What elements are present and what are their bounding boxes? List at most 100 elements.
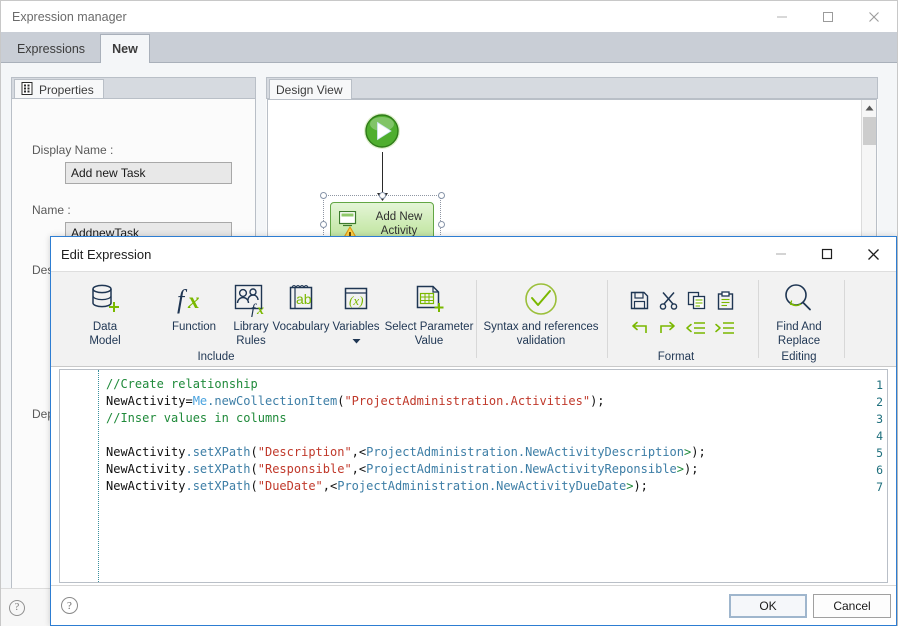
- maximize-icon[interactable]: [805, 1, 851, 32]
- svg-text:f: f: [177, 285, 188, 314]
- tab-design-view-label: Design View: [276, 83, 343, 97]
- main-window-controls: [759, 1, 897, 32]
- dialog-minimize-icon[interactable]: [758, 237, 804, 271]
- cancel-button[interactable]: Cancel: [813, 594, 891, 618]
- indent-icon[interactable]: [712, 316, 738, 340]
- gutter-separator: [98, 370, 99, 582]
- activity-label-line1: Add New: [375, 211, 423, 223]
- minimize-icon[interactable]: [759, 1, 805, 32]
- copy-icon[interactable]: [683, 288, 709, 312]
- include-group-label: Include: [197, 351, 235, 363]
- data-model-icon: [87, 278, 123, 320]
- ribbon-data-model[interactable]: Data Model: [75, 278, 135, 348]
- function-label-1: Function: [171, 321, 217, 333]
- line-number: 6: [876, 463, 883, 477]
- activity-node-label: Add New Activity: [365, 210, 433, 238]
- help-icon[interactable]: ?: [9, 599, 25, 616]
- dialog-ribbon: Data Model f x Function f x Library Rule…: [51, 271, 896, 367]
- resize-handle[interactable]: [379, 192, 386, 199]
- redo-icon[interactable]: [655, 316, 681, 340]
- close-icon[interactable]: [851, 1, 897, 32]
- ribbon-find-and-replace[interactable]: Find And Replace: [758, 278, 840, 348]
- svg-text:x: x: [256, 303, 264, 317]
- line-number: 3: [876, 412, 883, 426]
- data-model-label-1: Data: [92, 321, 118, 333]
- resize-handle[interactable]: [438, 192, 445, 199]
- ok-button[interactable]: OK: [729, 594, 807, 618]
- tab-new[interactable]: New: [100, 34, 150, 64]
- tab-design-view[interactable]: Design View: [269, 79, 353, 100]
- code-line: //Inser values in columns: [106, 411, 287, 425]
- tab-properties[interactable]: Properties: [14, 79, 104, 100]
- ribbon-select-parameter-value[interactable]: Select Parameter Value: [384, 278, 474, 348]
- syntax-validation-label-2: validation: [516, 335, 566, 347]
- paste-icon[interactable]: [712, 288, 738, 312]
- undo-icon[interactable]: [626, 316, 652, 340]
- display-name-input[interactable]: Add new Task: [65, 162, 232, 184]
- line-number: 5: [876, 446, 883, 460]
- dialog-close-icon[interactable]: [850, 237, 896, 271]
- function-fx-icon: f x: [173, 278, 215, 320]
- ribbon-variables[interactable]: (x) Variables: [327, 278, 385, 348]
- ribbon-separator: [607, 280, 608, 358]
- editing-group-label: Editing: [781, 351, 817, 363]
- dialog-help-icon[interactable]: ?: [61, 597, 78, 614]
- svg-text:(x): (x): [349, 293, 363, 308]
- connector-line: [382, 152, 383, 196]
- find-replace-label-2: Replace: [777, 335, 821, 347]
- display-name-label: Display Name :: [32, 143, 114, 157]
- main-tabstrip: Expressions New: [1, 32, 897, 64]
- design-tab-header: Design View: [266, 77, 878, 100]
- code-line: NewActivity=Me.newCollectionItem("Projec…: [106, 394, 605, 408]
- variables-label-1: Variables: [332, 321, 380, 333]
- dialog-window-controls: [758, 237, 896, 271]
- resize-handle[interactable]: [438, 221, 445, 228]
- tab-expressions[interactable]: Expressions: [3, 34, 99, 63]
- properties-grid-icon: [21, 82, 34, 98]
- ribbon-syntax-validation[interactable]: Syntax and references validation: [476, 278, 606, 348]
- resize-handle[interactable]: [320, 221, 327, 228]
- expression-code-editor[interactable]: 1 2 3 4 5 6 7 //Create relationship NewA…: [59, 369, 888, 583]
- save-icon[interactable]: [626, 288, 652, 312]
- window-title: Expression manager: [12, 9, 127, 24]
- data-model-label-2: Model: [89, 335, 121, 347]
- library-rules-label-2: Rules: [236, 335, 266, 347]
- code-line: //Create relationship: [106, 377, 258, 391]
- select-parameter-label-2: Value: [414, 335, 444, 347]
- code-line: NewActivity.setXPath("DueDate",<ProjectA…: [106, 479, 648, 493]
- dialog-maximize-icon[interactable]: [804, 237, 850, 271]
- library-rules-label-1: Library: [233, 321, 269, 333]
- line-number: 2: [876, 395, 883, 409]
- code-line: NewActivity.setXPath("Description",<Proj…: [106, 445, 706, 459]
- tab-properties-label: Properties: [39, 83, 94, 97]
- format-group-label: Format: [657, 351, 695, 363]
- edit-expression-dialog: Edit Expression Data Model f x Function …: [50, 236, 897, 626]
- vocabulary-label-1: Vocabulary: [272, 321, 330, 333]
- line-number: 1: [876, 378, 883, 392]
- dialog-footer: ? OK Cancel: [51, 585, 896, 625]
- find-replace-label-1: Find And: [776, 321, 822, 333]
- scroll-up-icon[interactable]: [862, 100, 876, 116]
- dialog-title: Edit Expression: [61, 246, 152, 262]
- select-parameter-label-1: Select Parameter: [384, 321, 474, 333]
- code-line: NewActivity.setXPath("Responsible",<Proj…: [106, 462, 699, 476]
- scrollbar-thumb[interactable]: [863, 117, 876, 145]
- editor-gutter: [60, 370, 98, 582]
- properties-tab-header: Properties: [11, 77, 256, 100]
- svg-text:ab: ab: [296, 291, 312, 307]
- line-number: 4: [876, 429, 883, 443]
- ribbon-function[interactable]: f x Function: [161, 278, 227, 334]
- tab-expressions-label: Expressions: [16, 41, 86, 56]
- syntax-validation-label-1: Syntax and references: [483, 321, 599, 333]
- variables-dropdown-icon[interactable]: [352, 335, 361, 348]
- resize-handle[interactable]: [320, 192, 327, 199]
- select-parameter-value-icon: [411, 278, 447, 320]
- cut-icon[interactable]: [655, 288, 681, 312]
- outdent-icon[interactable]: [683, 316, 709, 340]
- vocabulary-ab-icon: ab: [284, 278, 318, 320]
- name-label: Name :: [32, 203, 71, 217]
- start-node[interactable]: [361, 110, 403, 152]
- find-replace-icon: [781, 278, 817, 320]
- line-number: 7: [876, 480, 883, 494]
- dialog-titlebar: Edit Expression: [51, 237, 896, 271]
